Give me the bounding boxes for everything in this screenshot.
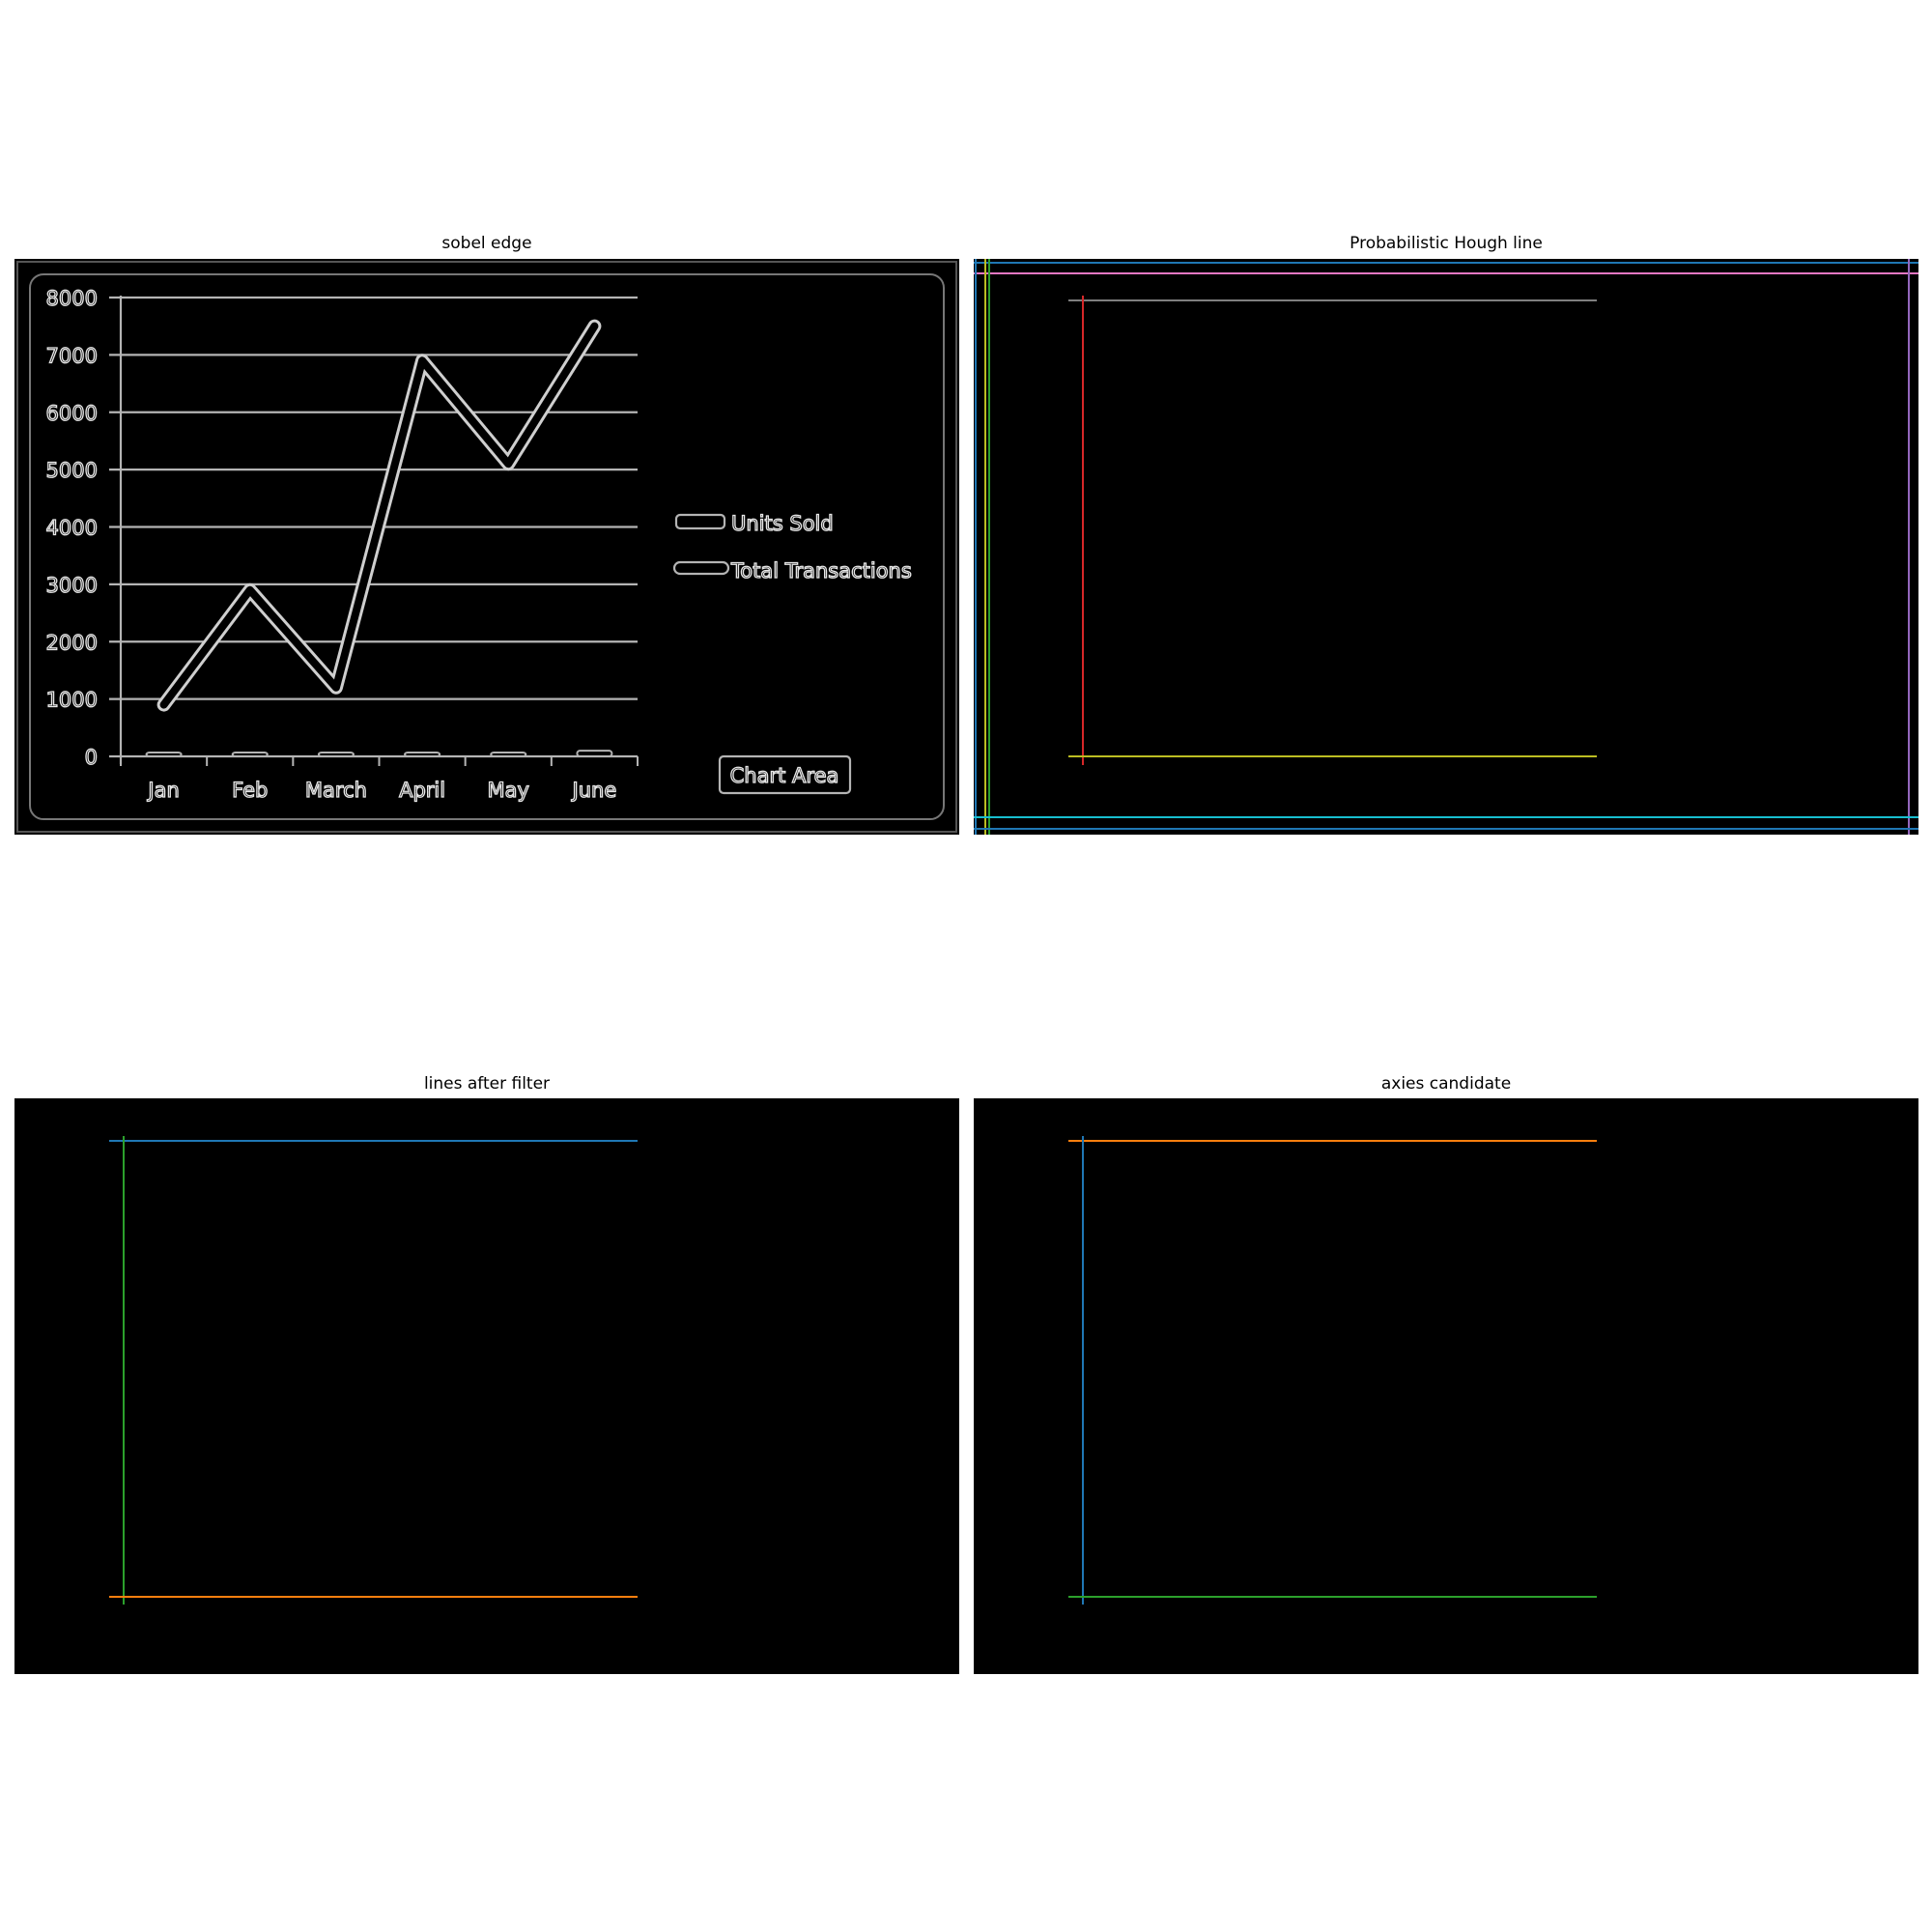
units-sold-bar — [317, 752, 355, 757]
legend-label-units-sold: Units Sold — [731, 512, 834, 535]
chart-area-tooltip: Chart Area — [718, 754, 852, 795]
sobel-panel-title: sobel edge — [441, 234, 532, 253]
axes-candidate-lines — [1068, 1136, 1597, 1605]
hough-panel — [974, 259, 1918, 835]
x-tick-label: May — [488, 779, 529, 802]
y-tick-label: 2000 — [46, 631, 98, 654]
y-tick-label: 4000 — [46, 517, 98, 540]
hough-panel-title: Probabilistic Hough line — [1350, 234, 1543, 253]
outer-border — [16, 261, 957, 833]
units-sold-bar — [404, 752, 441, 757]
filtered-lines — [109, 1136, 638, 1605]
legend: Units Sold Total Transactions — [672, 511, 912, 583]
y-tick-label: 0 — [85, 746, 98, 769]
legend-swatch-total-transactions — [672, 560, 730, 576]
filtered-panel — [14, 1098, 959, 1674]
units-sold-bar — [231, 752, 269, 757]
units-sold-bar — [490, 752, 527, 757]
sobel-edge-chart: 0 1000 2000 3000 4000 5000 6000 7000 8000 Jan Feb… — [16, 261, 957, 833]
y-tick-label: 3000 — [46, 574, 98, 597]
legend-swatch-units-sold — [674, 513, 726, 530]
x-tick-label: June — [571, 779, 617, 802]
hough-lines — [974, 259, 1918, 835]
x-tick-labels: Jan Feb March April May June — [146, 778, 617, 802]
x-tick-label: Jan — [146, 779, 179, 802]
chart-area-label: Chart Area — [730, 764, 839, 787]
filtered-panel-title: lines after filter — [423, 1074, 551, 1094]
chart-frame — [16, 261, 957, 833]
units-sold-bar — [145, 752, 183, 757]
axes-panel — [974, 1098, 1918, 1674]
y-tick-label: 5000 — [46, 459, 98, 482]
y-tick-labels: 0 1000 2000 3000 4000 5000 6000 7000 8000 — [45, 286, 99, 769]
legend-label-total-transactions: Total Transactions — [730, 559, 912, 582]
x-tick-label: March — [305, 779, 367, 802]
y-tick-label: 1000 — [46, 689, 98, 712]
units-sold-bar — [576, 750, 613, 757]
y-tick-label: 7000 — [46, 344, 98, 367]
x-tick-label: Feb — [232, 779, 268, 802]
y-tick-label: 6000 — [46, 402, 98, 425]
y-tick-label: 8000 — [46, 287, 98, 310]
x-tick-label: April — [399, 779, 445, 802]
total-transactions-series — [156, 319, 602, 712]
inner-border — [29, 273, 945, 820]
sobel-edge-panel: 0 1000 2000 3000 4000 5000 6000 7000 8000 Jan Feb… — [14, 259, 959, 835]
total-transactions-line — [159, 322, 599, 709]
axes-panel-title: axies candidate — [1380, 1074, 1512, 1094]
